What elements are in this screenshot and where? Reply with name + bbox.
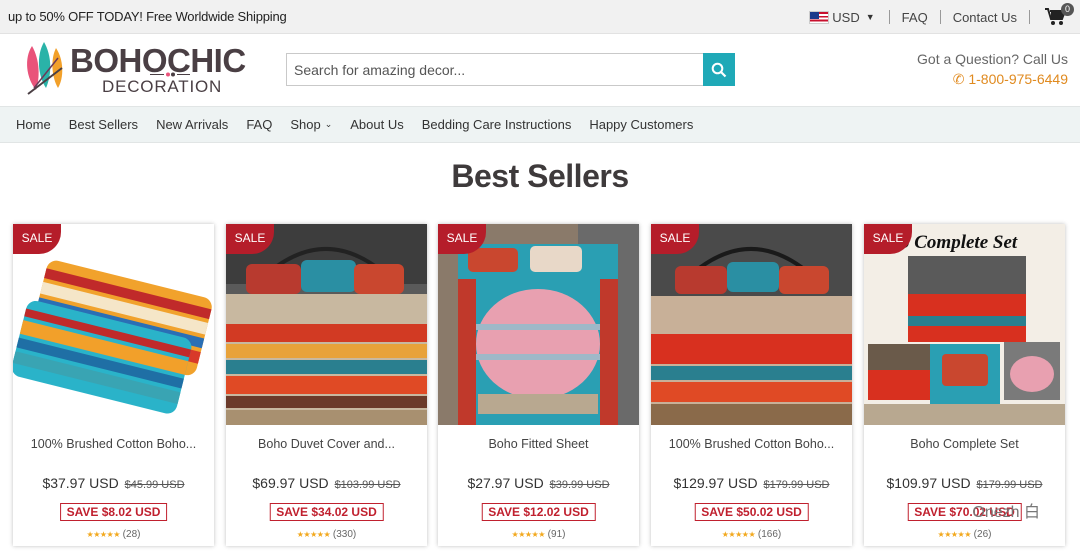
phone-number: 1-800-975-6449 [968,71,1068,87]
site-header: BOHOCHIC DECORATION Got a Question? Call… [0,34,1080,106]
original-price: $179.99 USD [976,479,1043,491]
product-price: $129.97 USD $179.99 USD [651,475,852,491]
search-bar [286,53,735,86]
product-price: $69.97 USD $103.99 USD [226,475,427,491]
current-price: $129.97 USD [673,475,758,491]
product-image[interactable] [226,224,427,425]
product-card[interactable]: SALE Boho Fitted Sheet $27.97 USD $39.99… [438,224,639,546]
phone-link[interactable]: ✆ 1-800-975-6449 [917,71,1068,88]
product-rating: ★★★★★ (330) [226,529,427,540]
product-name[interactable]: 100% Brushed Cotton Boho... [651,437,852,451]
pillow-image [13,224,214,425]
contact-block: Got a Question? Call Us ✆ 1-800-975-6449 [917,51,1068,88]
phone-icon: ✆ [952,71,965,87]
product-name[interactable]: 100% Brushed Cotton Boho... [13,437,214,451]
nav-item-bedding-care[interactable]: Bedding Care Instructions [422,117,572,132]
complete-set-image: o Complete Set [864,224,1065,425]
star-rating-icon: ★★★★★ [721,530,756,539]
current-price: $109.97 USD [886,475,971,491]
faq-link[interactable]: FAQ [902,10,928,25]
product-image[interactable] [651,224,852,425]
product-name[interactable]: Boho Duvet Cover and... [226,437,427,451]
us-flag-icon [809,10,830,24]
nav-item-home[interactable]: Home [16,117,51,132]
cart-count-badge: 0 [1061,3,1074,16]
currency-label: USD [832,9,860,25]
product-price: $109.97 USD $179.99 USD [864,475,1065,491]
chevron-down-icon: ⌄ [324,119,333,129]
star-rating-icon: ★★★★★ [937,530,972,539]
original-price: $103.99 USD [334,479,401,491]
original-price: $45.99 USD [124,479,185,491]
product-name[interactable]: Boho Fitted Sheet [438,437,639,451]
star-rating-icon: ★★★★★ [296,530,331,539]
product-price: $27.97 USD $39.99 USD [438,475,639,491]
product-rating: ★★★★★ (26) [864,529,1065,540]
original-price: $39.99 USD [549,479,610,491]
product-card[interactable]: SALE 100% Brushed Cotton Boho... $37.97 … [13,224,214,546]
savings-badge: SAVE $8.02 USD [59,503,168,521]
search-icon [711,62,727,77]
utility-nav: USD ▼ FAQ Contact Us 0 [809,3,1074,28]
duvet-image [226,224,427,425]
divider [939,10,941,24]
watermark-text: Onezh 白 [972,504,1040,521]
review-count: (166) [757,529,782,540]
cart-button[interactable]: 0 [1044,3,1074,27]
review-count: (28) [122,529,141,540]
current-price: $37.97 USD [42,475,119,491]
savings-badge: SAVE $50.02 USD [694,503,809,521]
review-count: (91) [547,529,566,540]
product-image[interactable] [438,224,639,425]
nav-item-new-arrivals[interactable]: New Arrivals [156,117,228,132]
product-card[interactable]: SALE 100% Brushed Cotton Boho... $129.97… [651,224,852,546]
review-count: (330) [332,529,357,540]
nav-item-happy-customers[interactable]: Happy Customers [589,117,693,132]
currency-selector[interactable]: USD ▼ [809,9,875,25]
product-card[interactable]: SALE Boho Duvet Cover and... $69.97 USD … [226,224,427,546]
product-name[interactable]: Boho Complete Set [864,437,1065,451]
savings-badge: SAVE $34.02 USD [269,503,384,521]
current-price: $69.97 USD [252,475,329,491]
nav-item-about-us[interactable]: About Us [350,117,403,132]
star-rating-icon: ★★★★★ [511,530,546,539]
contact-us-link[interactable]: Contact Us [953,10,1017,25]
divider [1029,10,1030,24]
product-rating: ★★★★★ (91) [438,529,639,540]
chevron-down-icon: ▼ [865,12,875,22]
nav-item-shop-label: Shop [290,117,321,132]
nav-item-shop[interactable]: Shop ⌄ [290,117,332,132]
review-count: (26) [973,529,992,540]
nav-item-best-sellers[interactable]: Best Sellers [69,117,138,132]
star-rating-icon: ★★★★★ [86,530,121,539]
product-grid: SALE 100% Brushed Cotton Boho... $37.97 … [12,224,1068,554]
feather-logo-icon [27,42,63,95]
announcement-bar: up to 50% OFF TODAY! Free Worldwide Ship… [0,0,1080,34]
nav-item-faq[interactable]: FAQ [246,117,272,132]
savings-badge: SAVE $12.02 USD [481,503,596,521]
image-caption-text: o Complete Set [900,232,1018,253]
brand-logo[interactable]: BOHOCHIC DECORATION [22,38,262,100]
page-title: Best Sellers [451,158,629,194]
fitted-sheet-image [438,224,639,425]
original-price: $179.99 USD [763,479,830,491]
current-price: $27.97 USD [467,475,544,491]
product-rating: ★★★★★ (28) [13,529,214,540]
logo-subtitle: DECORATION [102,77,223,96]
product-rating: ★★★★★ (166) [651,529,852,540]
contact-question: Got a Question? Call Us [917,51,1068,67]
product-image[interactable]: o Complete Set [864,224,1065,425]
product-price: $37.97 USD $45.99 USD [13,475,214,491]
product-image[interactable] [13,224,214,425]
search-button[interactable] [703,53,735,86]
bedding-image [651,224,852,425]
promo-text: up to 50% OFF TODAY! Free Worldwide Ship… [8,9,287,24]
search-input[interactable] [286,53,703,86]
main-nav: Home Best Sellers New Arrivals FAQ Shop … [0,106,1080,143]
divider [888,10,890,24]
